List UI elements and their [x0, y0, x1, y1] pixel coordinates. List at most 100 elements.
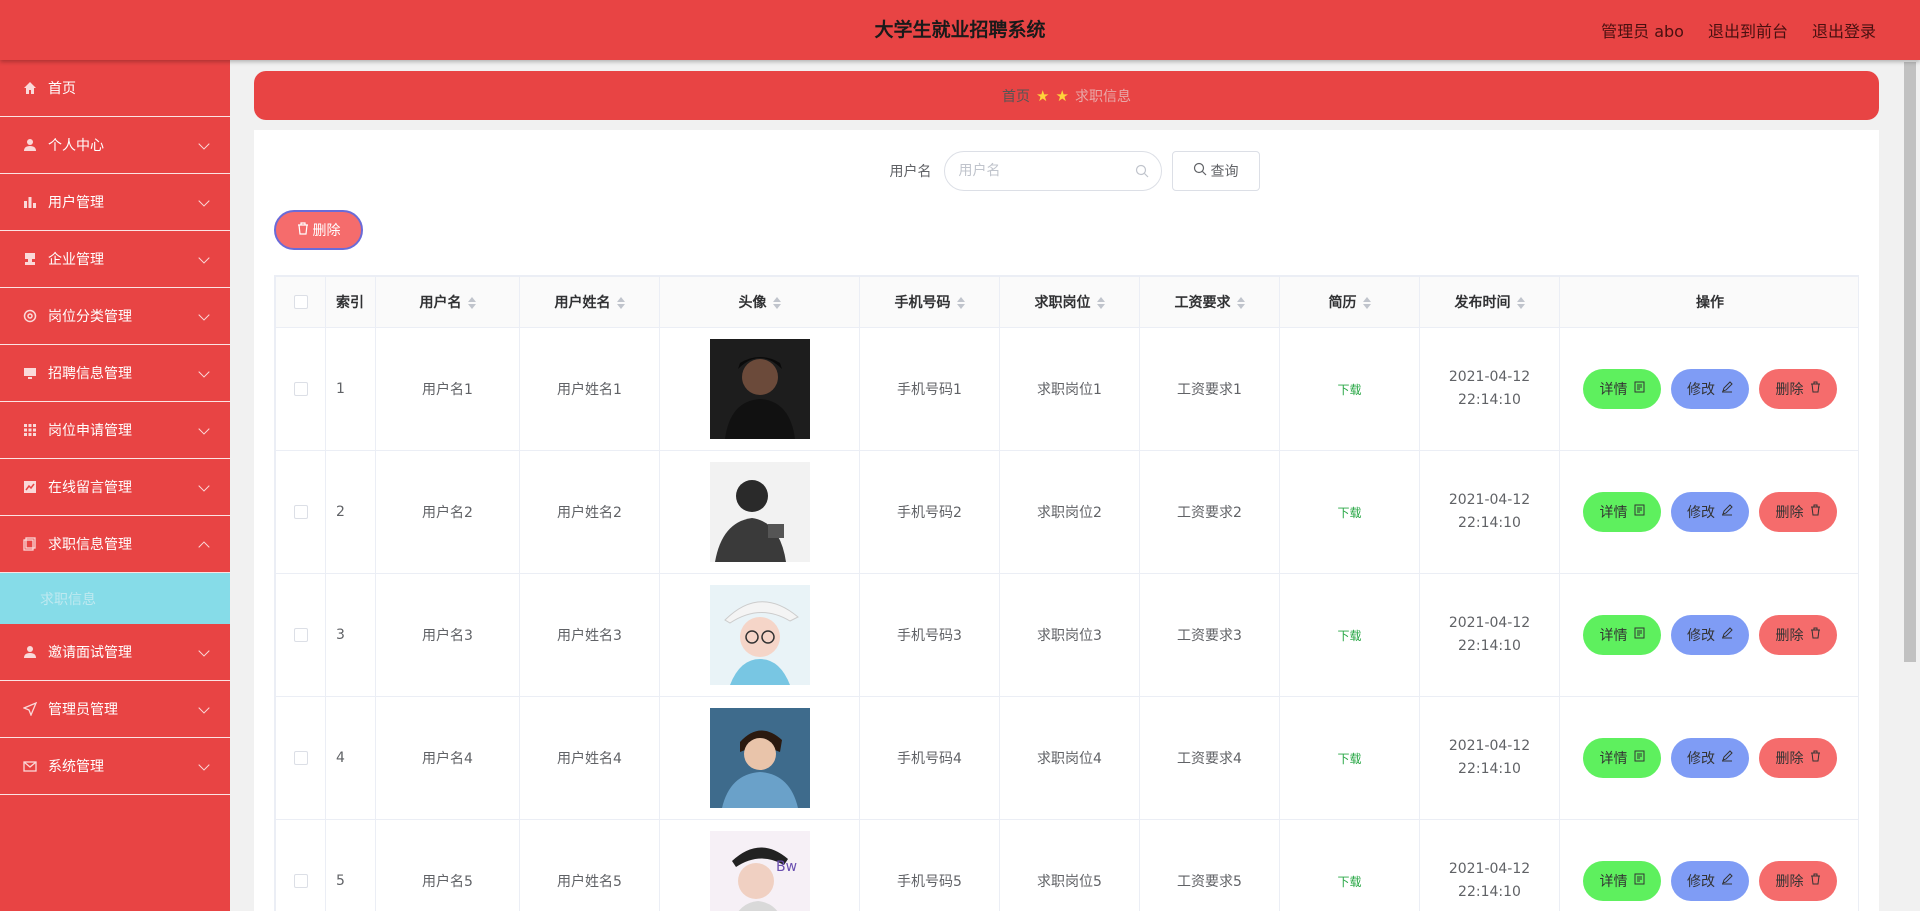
table-row: 2 用户名2 用户姓名2 手机号码2 求职岗位2 工资要求2 下载 2021-0…	[275, 450, 1858, 574]
sidebar-item-job-category[interactable]: 岗位分类管理	[0, 288, 230, 345]
pencil-icon	[1721, 504, 1733, 520]
column-header-avatar[interactable]: 头像	[659, 276, 860, 328]
sidebar-subitem-job-seeking-info[interactable]: 求职信息	[0, 573, 230, 624]
sort-icon[interactable]	[1236, 296, 1245, 310]
cell-publish-time: 2021-04-12 22:14:10	[1419, 450, 1560, 574]
sidebar-item-recruitment-info[interactable]: 招聘信息管理	[0, 345, 230, 402]
detail-button[interactable]: 详情	[1583, 861, 1661, 901]
edit-button[interactable]: 修改	[1671, 492, 1749, 532]
data-table: 索引 用户名 用户姓名 头像 手机号码 求职岗位 工资要求 简历 发布时间 操作…	[274, 275, 1859, 911]
detail-button[interactable]: 详情	[1583, 369, 1661, 409]
table-row: 3 用户名3 用户姓名3 手机号码3 求职岗位3 工资要求3 下载 2021-0…	[275, 573, 1858, 697]
edit-button[interactable]: 修改	[1671, 369, 1749, 409]
sidebar-item-home[interactable]: 首页	[0, 60, 230, 117]
row-actions: 详情 修改 删除	[1560, 492, 1858, 532]
sort-icon[interactable]	[1516, 296, 1525, 310]
batch-delete-button[interactable]: 删除	[274, 210, 363, 250]
resume-download-link[interactable]: 下载	[1337, 629, 1361, 643]
search-input[interactable]	[958, 152, 1129, 190]
column-header-username[interactable]: 用户名	[375, 276, 520, 328]
edit-button[interactable]: 修改	[1671, 861, 1749, 901]
exit-to-front-link[interactable]: 退出到前台	[1708, 18, 1788, 42]
column-header-resume[interactable]: 简历	[1279, 276, 1420, 328]
column-header-index: 索引	[325, 276, 376, 328]
sort-icon[interactable]	[467, 296, 476, 310]
sidebar-item-company-management[interactable]: 企业管理	[0, 231, 230, 288]
column-header-realname[interactable]: 用户姓名	[519, 276, 660, 328]
cell-avatar	[659, 696, 860, 820]
search-label: 用户名	[889, 164, 932, 180]
sidebar-item-user-management[interactable]: 用户管理	[0, 174, 230, 231]
sidebar-item-job-application[interactable]: 岗位申请管理	[0, 402, 230, 459]
document-icon	[1634, 873, 1645, 889]
logout-link[interactable]: 退出登录	[1812, 18, 1876, 42]
trash-icon	[1810, 627, 1821, 643]
sort-icon[interactable]	[1362, 296, 1371, 310]
page-scrollbar[interactable]	[1900, 60, 1920, 911]
delete-button[interactable]: 删除	[1759, 369, 1837, 409]
row-checkbox[interactable]	[293, 382, 308, 396]
row-checkbox[interactable]	[293, 628, 308, 642]
sidebar-item-personal-center[interactable]: 个人中心	[0, 117, 230, 174]
detail-button[interactable]: 详情	[1583, 615, 1661, 655]
column-header-phone[interactable]: 手机号码	[859, 276, 1000, 328]
sort-icon[interactable]	[1096, 296, 1105, 310]
cell-resume: 下载	[1279, 327, 1420, 451]
mail-icon	[22, 758, 38, 774]
column-header-label: 头像	[738, 295, 767, 311]
cell-avatar: Bw	[659, 819, 860, 911]
row-checkbox[interactable]	[293, 505, 308, 519]
sidebar-item-job-seeking[interactable]: 求职信息管理	[0, 516, 230, 573]
pencil-icon	[1721, 873, 1733, 889]
sort-icon[interactable]	[772, 296, 781, 310]
delete-button[interactable]: 删除	[1759, 738, 1837, 778]
row-checkbox[interactable]	[293, 874, 308, 888]
row-select-cell	[275, 819, 326, 911]
cell-phone: 手机号码3	[859, 573, 1000, 697]
current-user: 管理员 abo	[1601, 22, 1684, 41]
resume-download-link[interactable]: 下载	[1337, 383, 1361, 397]
sort-icon[interactable]	[616, 296, 625, 310]
batch-delete-label: 删除	[312, 223, 341, 239]
sidebar-item-label: 管理员管理	[48, 702, 118, 718]
scrollbar-thumb[interactable]	[1904, 62, 1916, 662]
avatar-image	[709, 708, 810, 808]
detail-button[interactable]: 详情	[1583, 492, 1661, 532]
detail-button[interactable]: 详情	[1583, 738, 1661, 778]
column-header-label: 工资要求	[1174, 295, 1231, 311]
row-actions: 详情 修改 删除	[1560, 615, 1858, 655]
trash-icon	[1810, 504, 1821, 520]
column-header-label: 简历	[1328, 295, 1357, 311]
monitor-icon	[22, 365, 38, 381]
select-all-checkbox[interactable]	[293, 295, 308, 309]
sidebar-item-system-management[interactable]: 系统管理	[0, 738, 230, 795]
cell-position: 求职岗位2	[999, 450, 1140, 574]
svg-text:Bw: Bw	[776, 859, 797, 875]
row-checkbox[interactable]	[293, 751, 308, 765]
column-header-position[interactable]: 求职岗位	[999, 276, 1140, 328]
resume-download-link[interactable]: 下载	[1337, 506, 1361, 520]
delete-label: 删除	[1775, 382, 1804, 398]
sidebar-item-admin-management[interactable]: 管理员管理	[0, 681, 230, 738]
column-header-salary[interactable]: 工资要求	[1139, 276, 1280, 328]
resume-download-link[interactable]: 下载	[1337, 752, 1361, 766]
delete-button[interactable]: 删除	[1759, 861, 1837, 901]
breadcrumb-home[interactable]: 首页	[1002, 86, 1030, 106]
chart-box-icon	[22, 479, 38, 495]
search-icon	[1193, 162, 1207, 180]
sidebar-item-online-message[interactable]: 在线留言管理	[0, 459, 230, 516]
column-header-time[interactable]: 发布时间	[1419, 276, 1560, 328]
sidebar-item-label: 岗位分类管理	[48, 309, 132, 325]
delete-button[interactable]: 删除	[1759, 615, 1837, 655]
pencil-icon	[1721, 381, 1733, 397]
sidebar-item-interview-invite[interactable]: 邀请面试管理	[0, 624, 230, 681]
query-button[interactable]: 查询	[1171, 151, 1260, 191]
sort-icon[interactable]	[956, 296, 965, 310]
delete-button[interactable]: 删除	[1759, 492, 1837, 532]
detail-label: 详情	[1599, 874, 1628, 890]
row-actions: 详情 修改 删除	[1560, 861, 1858, 901]
resume-download-link[interactable]: 下载	[1337, 875, 1361, 889]
cell-salary: 工资要求2	[1139, 450, 1280, 574]
edit-button[interactable]: 修改	[1671, 615, 1749, 655]
edit-button[interactable]: 修改	[1671, 738, 1749, 778]
